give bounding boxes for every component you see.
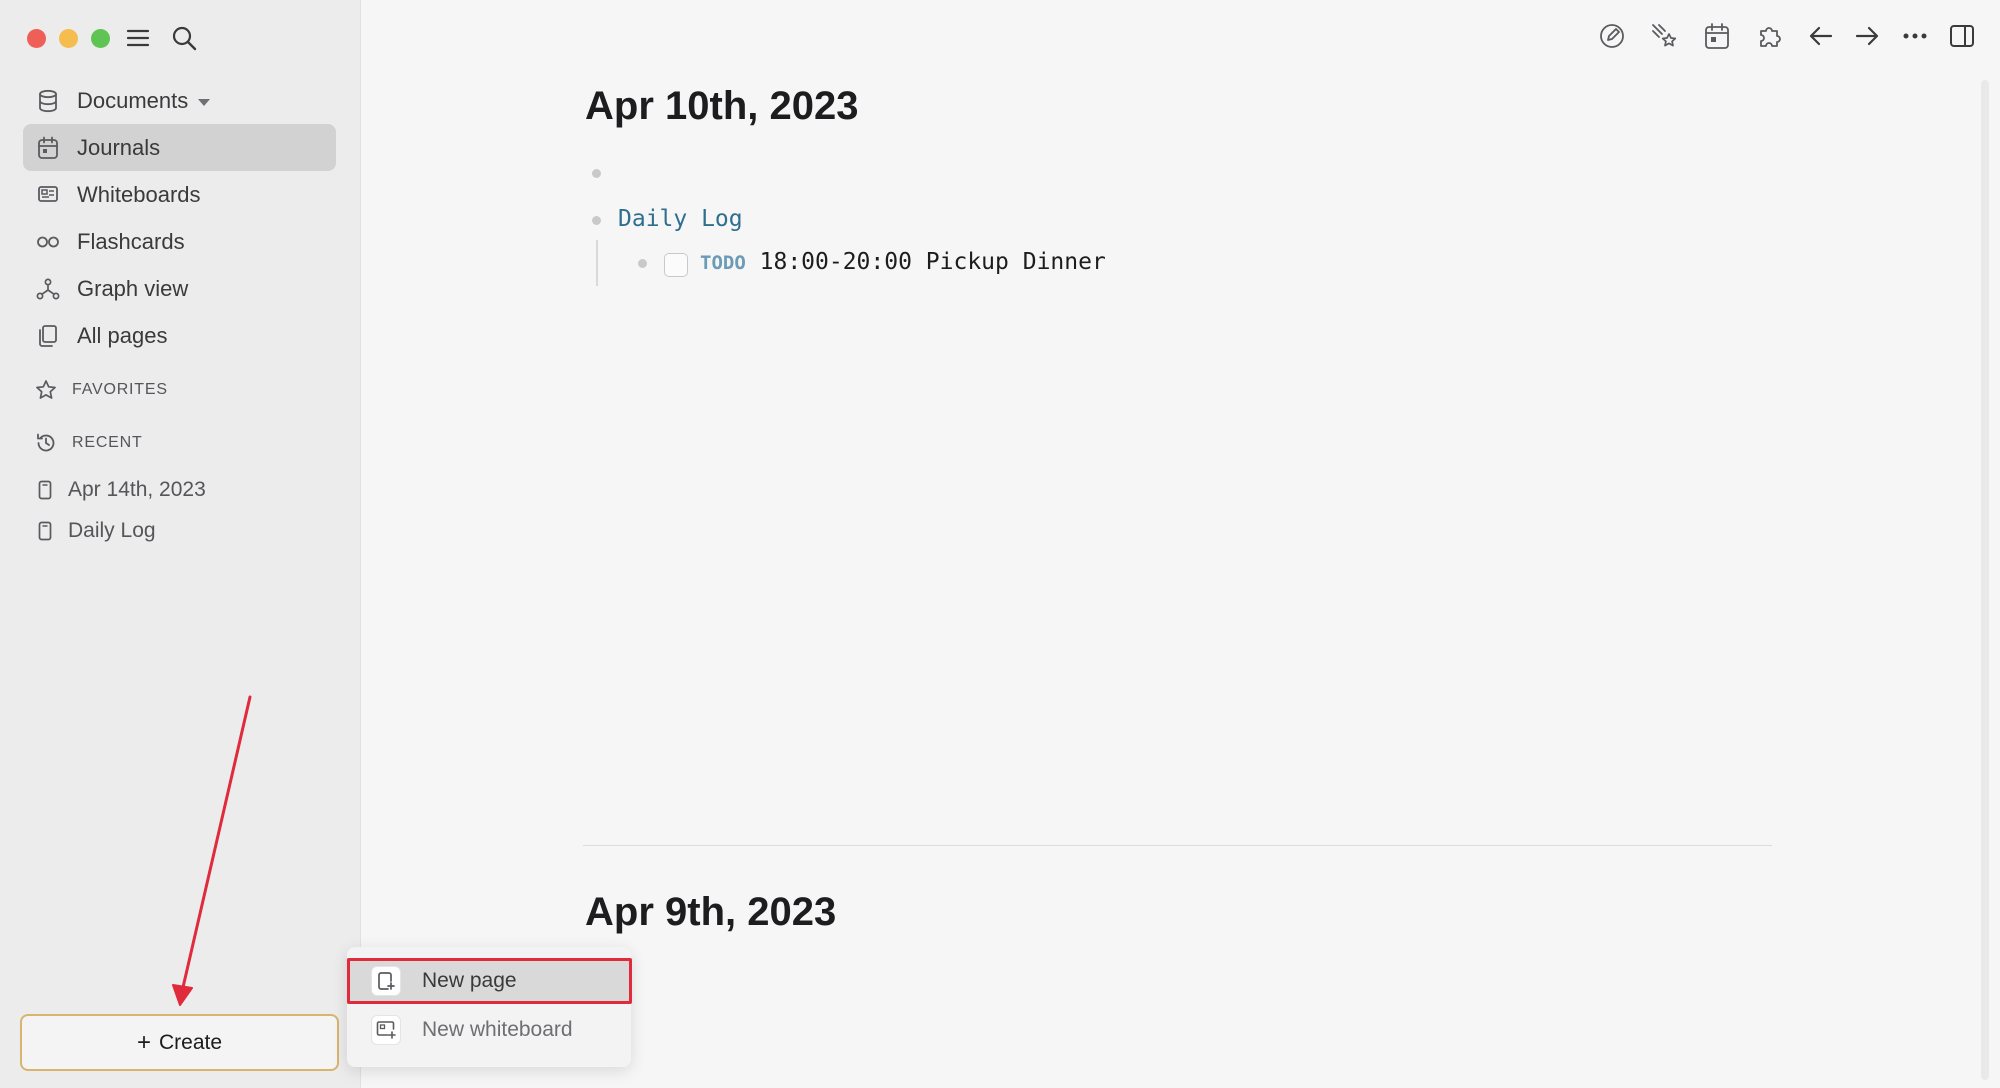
nav-label-flashcards: Flashcards	[77, 228, 185, 254]
recent-item[interactable]: Apr 14th, 2023	[36, 472, 206, 508]
close-window-button[interactable]	[27, 29, 46, 48]
recent-section-header[interactable]: RECENT	[34, 428, 143, 458]
todo-text: 18:00-20:00 Pickup Dinner	[759, 249, 1106, 275]
nav-label-journals: Journals	[77, 134, 161, 160]
sidebar-item-whiteboards[interactable]: Whiteboards	[23, 171, 336, 218]
todo-checkbox[interactable]	[664, 253, 688, 277]
empty-block[interactable]	[618, 160, 1018, 188]
menu-icon[interactable]	[122, 22, 154, 54]
edit-icon[interactable]	[1594, 18, 1630, 54]
todo-marker[interactable]: TODO	[700, 252, 746, 274]
block-bullet[interactable]	[592, 169, 601, 178]
create-button[interactable]: + Create	[20, 1014, 339, 1071]
journal-title[interactable]: Apr 9th, 2023	[585, 890, 836, 935]
calendar-icon[interactable]	[1699, 18, 1735, 54]
whiteboard-icon	[35, 182, 61, 208]
recent-label: RECENT	[72, 434, 143, 451]
new-whiteboard-icon	[372, 1016, 400, 1044]
infinity-icon	[35, 229, 61, 255]
more-icon[interactable]	[1897, 18, 1933, 54]
block-bullet[interactable]	[638, 259, 647, 268]
menu-item-label: New whiteboard	[422, 1018, 573, 1041]
sidebar-item-all-pages[interactable]: All pages	[23, 312, 336, 359]
plus-icon: +	[136, 1028, 151, 1056]
todo-block[interactable]: TODO 18:00-20:00 Pickup Dinner	[700, 249, 1106, 275]
nav-label-all-pages: All pages	[77, 322, 168, 348]
page-icon	[36, 520, 54, 542]
puzzle-icon[interactable]	[1752, 18, 1788, 54]
menu-item-new-whiteboard[interactable]: New whiteboard	[347, 1007, 631, 1053]
page-reference-link[interactable]: Daily Log	[618, 206, 743, 232]
journal-title[interactable]: Apr 10th, 2023	[585, 84, 858, 129]
chevron-down-icon	[198, 98, 211, 106]
nav-label-documents: Documents	[77, 87, 189, 113]
pages-icon	[35, 323, 61, 349]
graph-selector-documents[interactable]: Documents	[23, 77, 336, 124]
recent-item[interactable]: Daily Log	[36, 513, 156, 549]
sidebar-item-graph-view[interactable]: Graph view	[23, 265, 336, 312]
nav-label-graph-view: Graph view	[77, 275, 189, 301]
shooting-star-icon[interactable]	[1646, 18, 1682, 54]
favorites-section-header[interactable]: FAVORITES	[34, 375, 168, 405]
graph-icon	[35, 276, 61, 302]
left-sidebar: Documents Journals Whiteboards Flashcard…	[0, 0, 361, 1088]
recent-item-label: Daily Log	[68, 519, 156, 542]
sidebar-item-journals[interactable]: Journals	[23, 124, 336, 171]
child-thread-line	[596, 240, 598, 286]
main-scrollbar[interactable]	[1981, 80, 1989, 1080]
history-icon	[34, 431, 58, 455]
annotation-highlight-box	[347, 958, 632, 1004]
nav-label-whiteboards: Whiteboards	[77, 181, 201, 207]
arrow-left-icon[interactable]	[1803, 18, 1839, 54]
recent-item-label: Apr 14th, 2023	[68, 478, 206, 501]
search-icon[interactable]	[168, 22, 200, 54]
favorites-label: FAVORITES	[72, 381, 168, 398]
app-window: Documents Journals Whiteboards Flashcard…	[0, 0, 2000, 1088]
minimize-window-button[interactable]	[59, 29, 78, 48]
create-label: Create	[158, 1030, 223, 1054]
calendar-icon	[35, 135, 61, 161]
sidebar-item-flashcards[interactable]: Flashcards	[23, 218, 336, 265]
right-sidebar-toggle-icon[interactable]	[1944, 18, 1980, 54]
page-icon	[36, 479, 54, 501]
journal-divider	[583, 845, 1772, 846]
star-icon	[34, 378, 58, 402]
block-bullet[interactable]	[592, 216, 601, 225]
database-icon	[35, 88, 61, 114]
zoom-window-button[interactable]	[91, 29, 110, 48]
arrow-right-icon[interactable]	[1849, 18, 1885, 54]
